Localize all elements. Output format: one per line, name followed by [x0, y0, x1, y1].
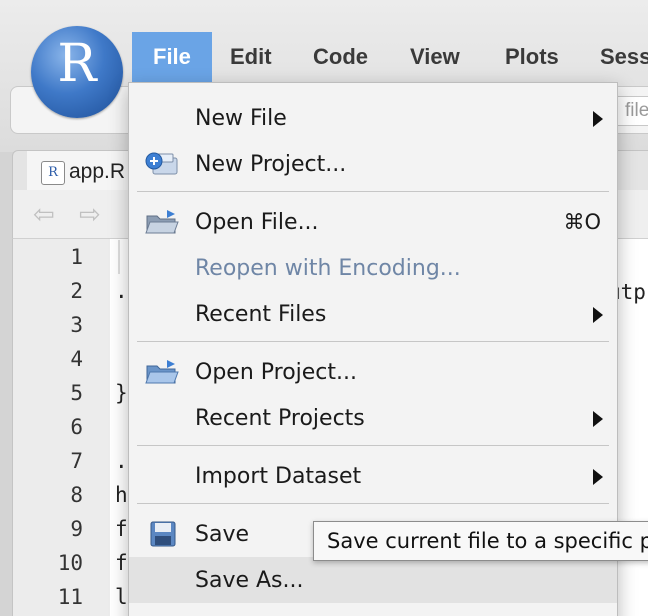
rstudio-window: R File Edit Code View Plots Sess file R …	[0, 0, 648, 616]
line-number: 4	[70, 347, 83, 371]
line-number: 11	[57, 585, 83, 609]
new-project-icon	[145, 152, 178, 175]
menu-item-label: Open Project...	[195, 360, 358, 385]
code-line: l	[115, 585, 128, 609]
menu-separator	[137, 503, 609, 504]
menu-item-new-project[interactable]: New Project...	[129, 141, 617, 187]
line-number: 6	[70, 415, 83, 439]
code-line: f	[115, 551, 128, 575]
menu-code[interactable]: Code	[292, 32, 389, 82]
line-number: 1	[70, 245, 83, 269]
line-number: 10	[57, 551, 83, 575]
menu-item-shortcut: ⌘O	[563, 210, 601, 234]
forward-arrow-icon[interactable]: ⇨	[79, 201, 101, 227]
menu-item-reopen-with-encoding: Reopen with Encoding...	[129, 245, 617, 291]
menu-separator	[137, 341, 609, 342]
menu-item-recent-files[interactable]: Recent Files	[129, 291, 617, 337]
editor-tab-label: app.R	[69, 160, 126, 183]
submenu-arrow-icon	[593, 307, 603, 323]
menu-item-save-as[interactable]: Save As...	[129, 557, 617, 603]
menu-item-recent-projects[interactable]: Recent Projects	[129, 395, 617, 441]
r-logo-letter: R	[57, 34, 97, 94]
menu-item-new-file[interactable]: New File	[129, 95, 617, 141]
code-line: h	[115, 483, 128, 507]
open-folder-icon	[145, 210, 179, 234]
back-arrow-icon[interactable]: ⇦	[33, 201, 55, 227]
menu-item-import-dataset[interactable]: Import Dataset	[129, 453, 617, 499]
submenu-arrow-icon	[593, 411, 603, 427]
code-line: }	[115, 381, 128, 405]
menu-separator	[137, 445, 609, 446]
code-line: .	[115, 279, 128, 303]
menu-item-label: Import Dataset	[195, 464, 362, 489]
line-number: 2	[70, 279, 83, 303]
code-line: .	[115, 449, 128, 473]
submenu-arrow-icon	[593, 111, 603, 127]
menu-item-label: Save	[195, 522, 250, 547]
code-line: f	[115, 517, 128, 541]
menu-item-label: Open File...	[195, 210, 319, 235]
menu-item-label: Save As...	[195, 568, 304, 593]
menu-session[interactable]: Sess	[579, 32, 648, 82]
line-number: 3	[70, 313, 83, 337]
menu-edit[interactable]: Edit	[209, 32, 293, 82]
menu-item-label: Reopen with Encoding...	[195, 256, 461, 281]
r-file-icon: R	[41, 161, 65, 185]
open-project-icon	[145, 360, 179, 384]
menu-item-label: Recent Files	[195, 302, 327, 327]
line-number: 9	[70, 517, 83, 541]
save-icon	[150, 521, 176, 547]
r-logo-icon: R	[31, 26, 123, 118]
menu-item-label: New Project...	[195, 152, 347, 177]
menu-plots[interactable]: Plots	[484, 32, 580, 82]
menu-separator	[137, 191, 609, 192]
line-number: 8	[70, 483, 83, 507]
submenu-arrow-icon	[593, 469, 603, 485]
line-number: 5	[70, 381, 83, 405]
menu-item-open-file[interactable]: Open File... ⌘O	[129, 199, 617, 245]
menu-file[interactable]: File	[132, 32, 212, 82]
menu-item-open-project[interactable]: Open Project...	[129, 349, 617, 395]
indent-guide	[118, 240, 120, 274]
menu-item-label: Recent Projects	[195, 406, 365, 431]
tooltip-text: Save current file to a specific p	[327, 529, 648, 553]
line-number: 7	[70, 449, 83, 473]
save-as-tooltip: Save current file to a specific p	[313, 521, 648, 561]
menu-item-label: New File	[195, 106, 287, 131]
menu-view[interactable]: View	[389, 32, 481, 82]
line-number-gutter: 1 2 3 4 5 6 7 8 9 10 11	[12, 239, 111, 616]
